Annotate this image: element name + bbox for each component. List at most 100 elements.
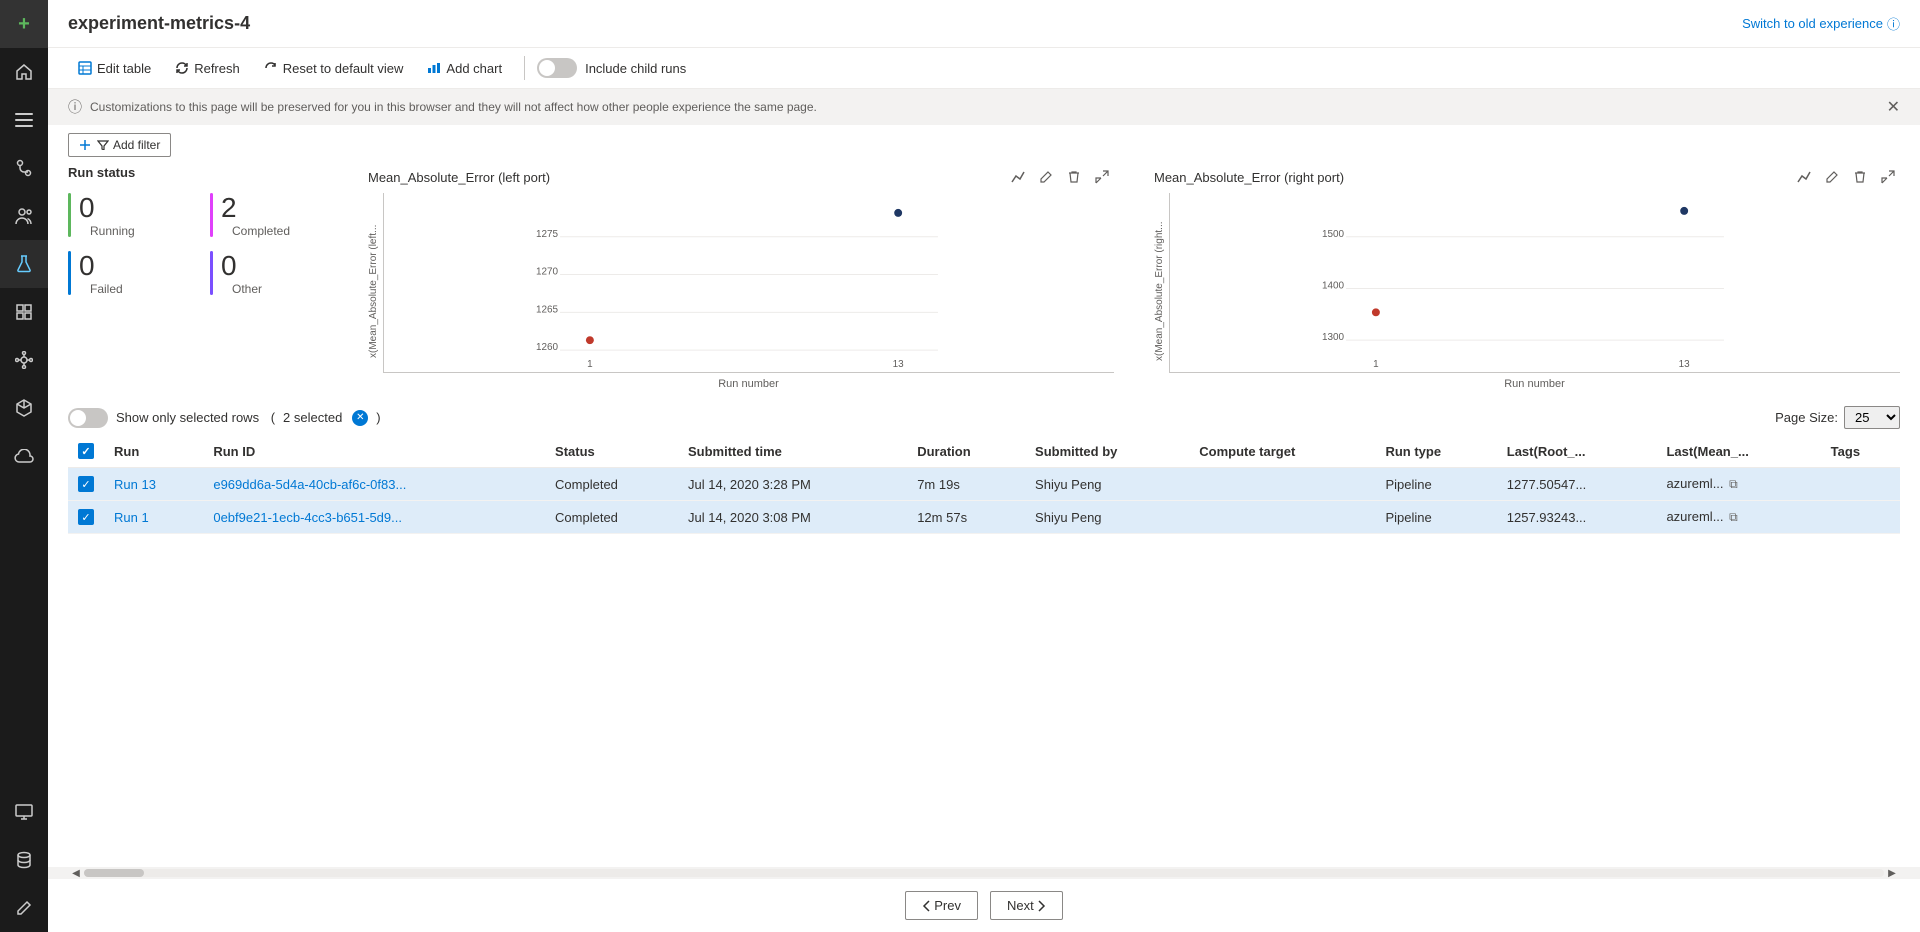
status-grid: 0 Running 2 Completed: [68, 192, 328, 296]
failed-count: 0: [79, 250, 123, 282]
row1-last-mean: azureml... ⧉: [1656, 468, 1820, 501]
row2-checkbox[interactable]: ✓: [78, 509, 94, 525]
row1-submitted-time: Jul 14, 2020 3:28 PM: [678, 468, 907, 501]
row2-last-mean: azureml... ⧉: [1656, 501, 1820, 534]
people-icon[interactable]: [0, 192, 48, 240]
filter-icon: [79, 139, 91, 151]
cube-icon[interactable]: [0, 384, 48, 432]
add-chart-button[interactable]: Add chart: [417, 57, 512, 80]
toolbar: Edit table Refresh Reset to default view: [48, 48, 1920, 89]
chart-left-expand-button[interactable]: [1090, 165, 1114, 189]
col-submitted-by: Submitted by: [1025, 435, 1189, 468]
run-1-id-link[interactable]: 0ebf9e21-1ecb-4cc3-b651-5d9...: [213, 510, 402, 525]
chart-left-line-icon[interactable]: [1006, 165, 1030, 189]
reset-icon: [264, 61, 278, 75]
home-icon[interactable]: [0, 48, 48, 96]
col-submitted-time: Submitted time: [678, 435, 907, 468]
selected-count: (: [267, 410, 275, 425]
select-all-checkbox[interactable]: ✓: [78, 443, 94, 459]
plus-icon[interactable]: +: [0, 0, 48, 48]
svg-text:13: 13: [893, 359, 905, 370]
run-13-link[interactable]: Run 13: [114, 477, 156, 492]
chart-left-ylabel: x(Mean_Absolute_Error (left...: [368, 193, 379, 390]
add-chart-icon: [427, 61, 441, 75]
clear-selection-button[interactable]: ✕: [352, 410, 368, 426]
row2-checkbox-cell[interactable]: ✓: [68, 501, 104, 534]
row2-run: Run 1: [104, 501, 203, 534]
row1-checkbox-cell[interactable]: ✓: [68, 468, 104, 501]
row2-run-type: Pipeline: [1375, 501, 1496, 534]
other-count: 0: [221, 250, 262, 282]
horizontal-scrollbar[interactable]: ◀ ▶: [48, 867, 1920, 879]
info-icon: ⓘ: [68, 97, 82, 117]
selected-rows-label: Show only selected rows: [116, 410, 259, 425]
run-1-link[interactable]: Run 1: [114, 510, 149, 525]
main-content: experiment-metrics-4 Switch to old exper…: [48, 0, 1920, 932]
pagination: Prev Next: [48, 879, 1920, 932]
chart-right-expand-button[interactable]: [1876, 165, 1900, 189]
chart-left-edit-button[interactable]: [1034, 165, 1058, 189]
prev-button[interactable]: Prev: [905, 891, 978, 920]
col-last-root: Last(Root_...: [1497, 435, 1657, 468]
database-icon[interactable]: [0, 836, 48, 884]
row1-copy-icon[interactable]: ⧉: [1729, 477, 1738, 491]
prev-chevron-icon: [922, 900, 930, 912]
info-bar-close-button[interactable]: ✕: [1887, 97, 1900, 117]
row2-copy-icon[interactable]: ⧉: [1729, 510, 1738, 524]
selected-bar: Show only selected rows ( 2 selected ✕ )…: [48, 400, 1920, 435]
chart-left-delete-button[interactable]: [1062, 165, 1086, 189]
sidebar: +: [0, 0, 48, 932]
row2-run-id: 0ebf9e21-1ecb-4cc3-b651-5d9...: [203, 501, 545, 534]
status-completed: 2 Completed: [210, 192, 328, 238]
row1-run-type: Pipeline: [1375, 468, 1496, 501]
chart-right-line-icon[interactable]: [1792, 165, 1816, 189]
monitor-icon[interactable]: [0, 788, 48, 836]
edit-icon[interactable]: [0, 884, 48, 932]
status-other: 0 Other: [210, 250, 328, 296]
next-button[interactable]: Next: [990, 891, 1063, 920]
edit-table-icon: [78, 61, 92, 75]
page-size-select[interactable]: 25 50 100: [1844, 406, 1900, 429]
cloud-icon[interactable]: [0, 432, 48, 480]
svg-text:1: 1: [1373, 359, 1379, 370]
row1-tags: [1821, 468, 1900, 501]
chart-left-xlabel: Run number: [383, 378, 1114, 390]
chart-right-svg: 1300 1400 1500 1 13: [1169, 193, 1900, 373]
scroll-thumb[interactable]: [84, 869, 144, 877]
edit-table-button[interactable]: Edit table: [68, 57, 161, 80]
node-icon[interactable]: [0, 336, 48, 384]
page-title: experiment-metrics-4: [68, 13, 250, 34]
branch-icon[interactable]: [0, 144, 48, 192]
reset-view-button[interactable]: Reset to default view: [254, 57, 414, 80]
status-running: 0 Running: [68, 192, 186, 238]
filter-funnel-icon: [97, 140, 109, 150]
col-last-mean: Last(Mean_...: [1656, 435, 1820, 468]
row1-last-root: 1277.50547...: [1497, 468, 1657, 501]
selected-rows-toggle[interactable]: [68, 408, 108, 428]
add-filter-button[interactable]: Add filter: [68, 133, 171, 157]
switch-old-experience[interactable]: Switch to old experience ⓘ: [1742, 14, 1900, 33]
run-status-title: Run status: [68, 165, 328, 180]
flask-icon[interactable]: [0, 240, 48, 288]
run-status-panel: Run status 0 Running: [68, 165, 328, 390]
scroll-track[interactable]: [84, 869, 1884, 877]
chart-right-delete-button[interactable]: [1848, 165, 1872, 189]
row1-checkbox[interactable]: ✓: [78, 476, 94, 492]
list-icon[interactable]: [0, 96, 48, 144]
refresh-button[interactable]: Refresh: [165, 57, 250, 80]
chart-right-xlabel: Run number: [1169, 378, 1900, 390]
svg-text:13: 13: [1679, 359, 1691, 370]
include-child-runs-toggle[interactable]: [537, 58, 577, 78]
col-duration: Duration: [907, 435, 1025, 468]
row2-compute-target: [1189, 501, 1375, 534]
row2-last-root: 1257.93243...: [1497, 501, 1657, 534]
toolbar-divider: [524, 56, 525, 80]
chart-right-panel: Mean_Absolute_Error (right port): [1154, 165, 1900, 390]
select-all-header[interactable]: ✓: [68, 435, 104, 468]
chart-right-edit-button[interactable]: [1820, 165, 1844, 189]
grid-icon[interactable]: [0, 288, 48, 336]
chart-left-svg: 1260 1265 1270 1275: [383, 193, 1114, 373]
running-label: Running: [90, 224, 135, 238]
run-13-id-link[interactable]: e969dd6a-5d4a-40cb-af6c-0f83...: [213, 477, 406, 492]
col-tags: Tags: [1821, 435, 1900, 468]
